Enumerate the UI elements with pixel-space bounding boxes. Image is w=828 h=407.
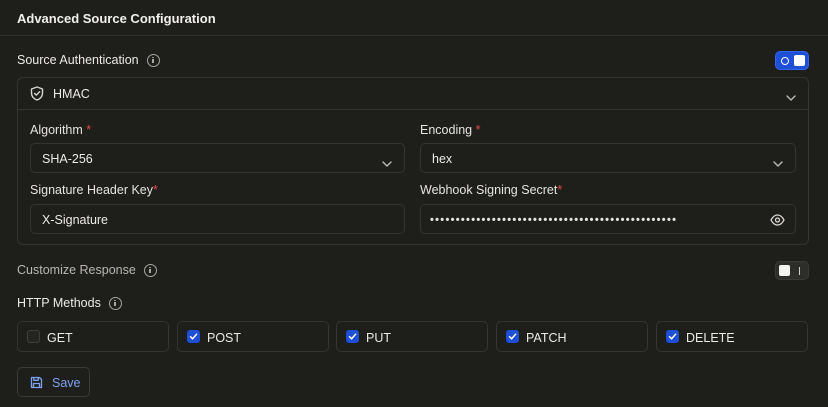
encoding-label-text: Encoding: [420, 123, 473, 137]
signature-header-key-value: X-Signature: [42, 213, 109, 227]
method-label: GET: [47, 331, 73, 345]
required-mark: *: [475, 123, 481, 137]
info-icon[interactable]: [108, 296, 122, 310]
post-checkbox[interactable]: [187, 330, 200, 343]
algorithm-select[interactable]: SHA-256: [30, 143, 405, 173]
customize-response-label: Customize Response: [17, 263, 136, 277]
save-label: Save: [52, 376, 81, 390]
http-methods-label: HTTP Methods: [17, 296, 101, 310]
method-patch[interactable]: PATCH: [496, 321, 648, 352]
http-methods-row: HTTP Methods: [17, 296, 122, 310]
save-icon: [30, 376, 43, 392]
patch-checkbox[interactable]: [506, 330, 519, 343]
algorithm-label: Algorithm *: [30, 123, 91, 137]
delete-checkbox[interactable]: [666, 330, 679, 343]
method-label: PATCH: [526, 331, 567, 345]
save-button[interactable]: Save: [17, 367, 90, 397]
advanced-source-configuration: Advanced Source Configuration Source Aut…: [0, 0, 828, 407]
source-authentication-label: Source Authentication: [17, 53, 139, 67]
encoding-select[interactable]: hex: [420, 143, 796, 173]
signature-header-key-label: Signature Header Key*: [30, 183, 158, 197]
hmac-accordion-header[interactable]: HMAC: [18, 78, 808, 110]
required-mark: *: [557, 183, 563, 197]
customize-response-toggle[interactable]: [775, 261, 809, 280]
chevron-down-icon: [786, 88, 796, 106]
method-label: DELETE: [686, 331, 735, 345]
toggle-on-indicator: [781, 57, 789, 65]
webhook-signing-secret-label-text: Webhook Signing Secret: [420, 183, 558, 197]
hmac-label: HMAC: [53, 87, 90, 101]
encoding-value: hex: [432, 152, 453, 166]
info-icon[interactable]: [143, 263, 157, 277]
algorithm-label-text: Algorithm: [30, 123, 83, 137]
hmac-panel: HMAC Algorithm * SHA-256 Encoding * hex: [17, 77, 809, 245]
customize-response-row: Customize Response: [17, 263, 157, 277]
put-checkbox[interactable]: [346, 330, 359, 343]
webhook-signing-secret-label: Webhook Signing Secret*: [420, 183, 562, 197]
method-label: PUT: [366, 331, 391, 345]
shield-check-icon: [30, 86, 44, 106]
signature-header-key-input[interactable]: X-Signature: [30, 204, 405, 234]
algorithm-value: SHA-256: [42, 152, 93, 166]
eye-icon[interactable]: [770, 213, 785, 231]
source-authentication-toggle[interactable]: [775, 51, 809, 70]
method-delete[interactable]: DELETE: [656, 321, 808, 352]
method-put[interactable]: PUT: [336, 321, 488, 352]
method-get[interactable]: GET: [17, 321, 169, 352]
source-authentication-row: Source Authentication: [17, 53, 160, 67]
signature-header-key-label-text: Signature Header Key: [30, 183, 153, 197]
page-title: Advanced Source Configuration: [17, 11, 216, 26]
chevron-down-icon: [773, 154, 783, 172]
webhook-signing-secret-input[interactable]: ••••••••••••••••••••••••••••••••••••••••…: [420, 204, 796, 234]
webhook-signing-secret-value: ••••••••••••••••••••••••••••••••••••••••…: [430, 214, 678, 226]
toggle-knob: [779, 265, 790, 276]
toggle-knob: [794, 55, 805, 66]
required-mark: *: [153, 183, 158, 197]
method-label: POST: [207, 331, 242, 345]
required-mark: *: [86, 123, 92, 137]
chevron-down-icon: [382, 154, 392, 172]
encoding-label: Encoding *: [420, 123, 480, 137]
info-icon[interactable]: [146, 53, 160, 67]
get-checkbox[interactable]: [27, 330, 40, 343]
toggle-off-indicator: [798, 267, 800, 275]
section-header: Advanced Source Configuration: [0, 0, 828, 36]
method-post[interactable]: POST: [177, 321, 329, 352]
